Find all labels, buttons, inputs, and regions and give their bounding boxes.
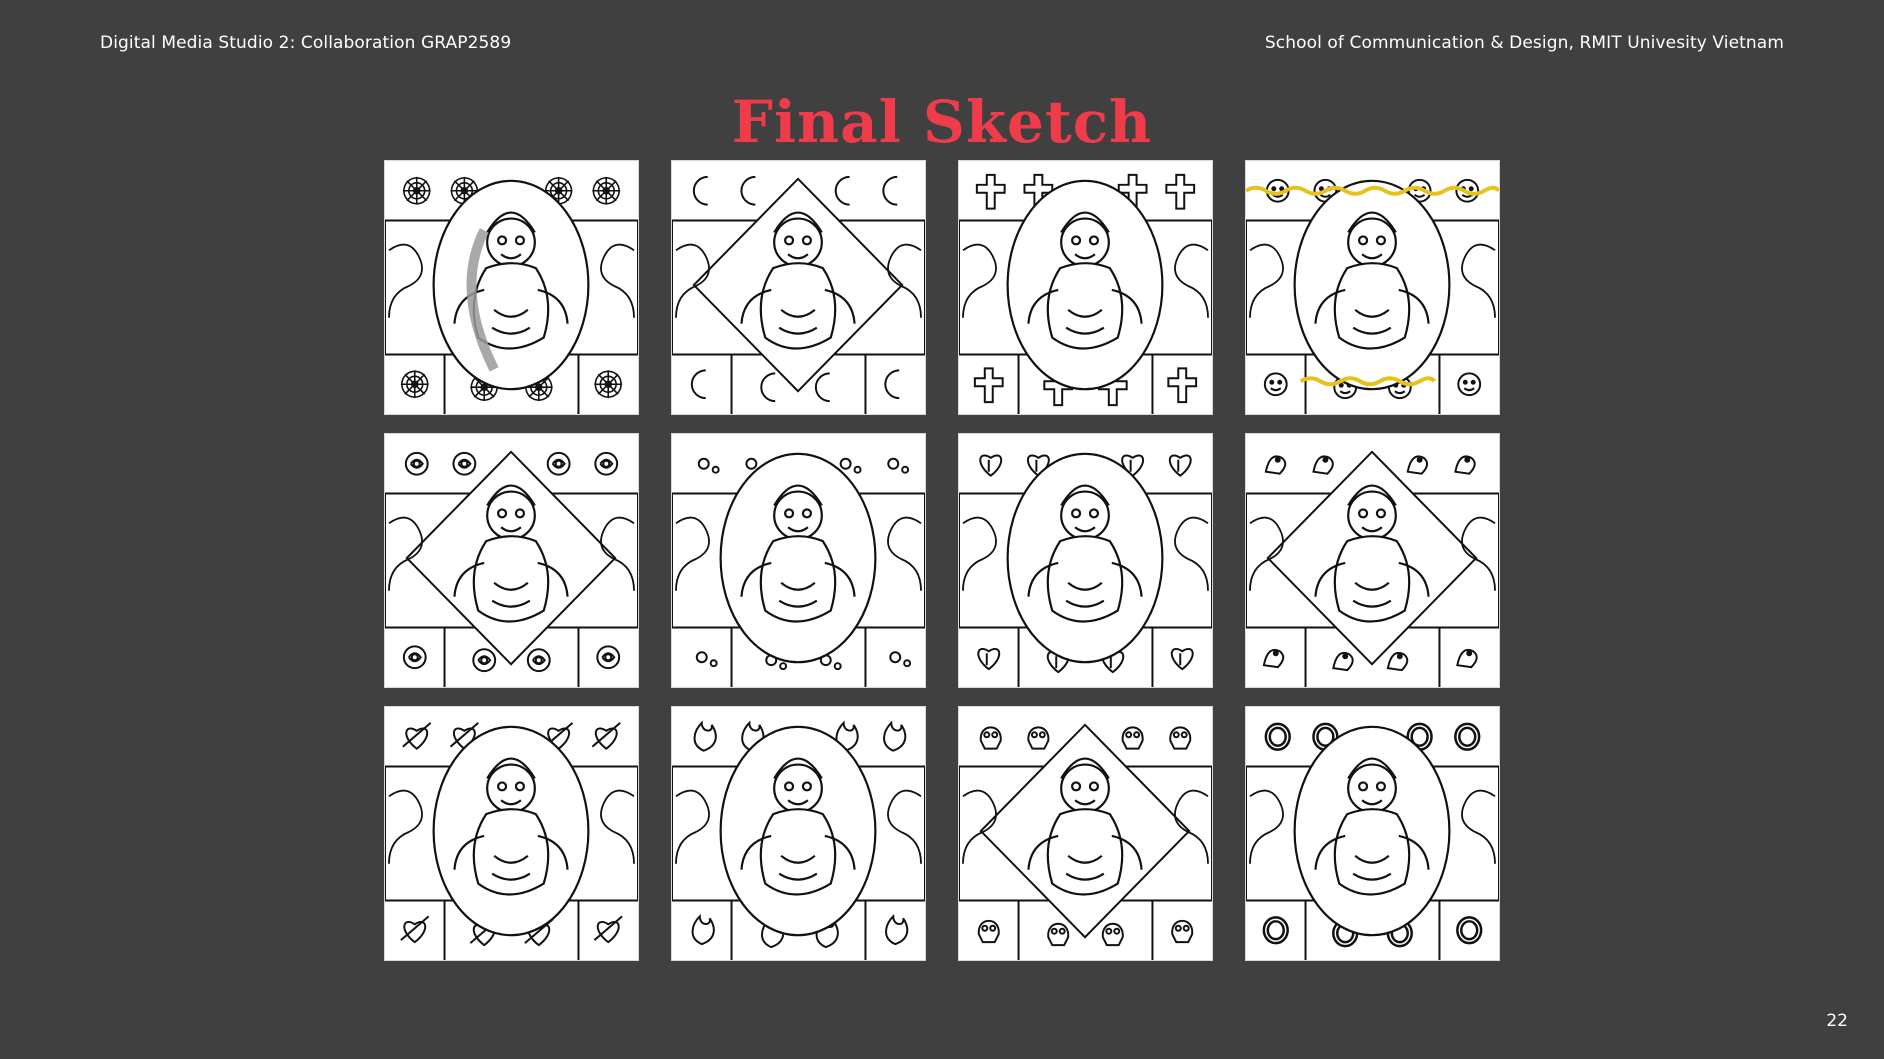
sketch-goat-demon xyxy=(671,160,926,415)
sketch-grid xyxy=(384,160,1501,961)
school-name: School of Communication & Design, RMIT U… xyxy=(1264,33,1784,53)
page-title: Final Sketch xyxy=(731,88,1153,156)
sketch-acrobat xyxy=(1245,160,1500,415)
page-number: 22 xyxy=(1826,1011,1848,1031)
sketch-witch-guitar xyxy=(384,433,639,688)
sketch-harpy xyxy=(958,706,1213,961)
sketch-skeleton-horse xyxy=(671,706,926,961)
sketch-weeping-woman xyxy=(384,706,639,961)
sketch-leopard-musician xyxy=(1245,433,1500,688)
sketch-werewolf xyxy=(958,433,1213,688)
sketch-lizard-telescope xyxy=(671,433,926,688)
sketch-nurse xyxy=(958,160,1213,415)
sketch-skeleton-bride xyxy=(384,160,639,415)
sketch-gnome-scissors xyxy=(1245,706,1500,961)
course-title: Digital Media Studio 2: Collaboration GR… xyxy=(100,33,512,53)
